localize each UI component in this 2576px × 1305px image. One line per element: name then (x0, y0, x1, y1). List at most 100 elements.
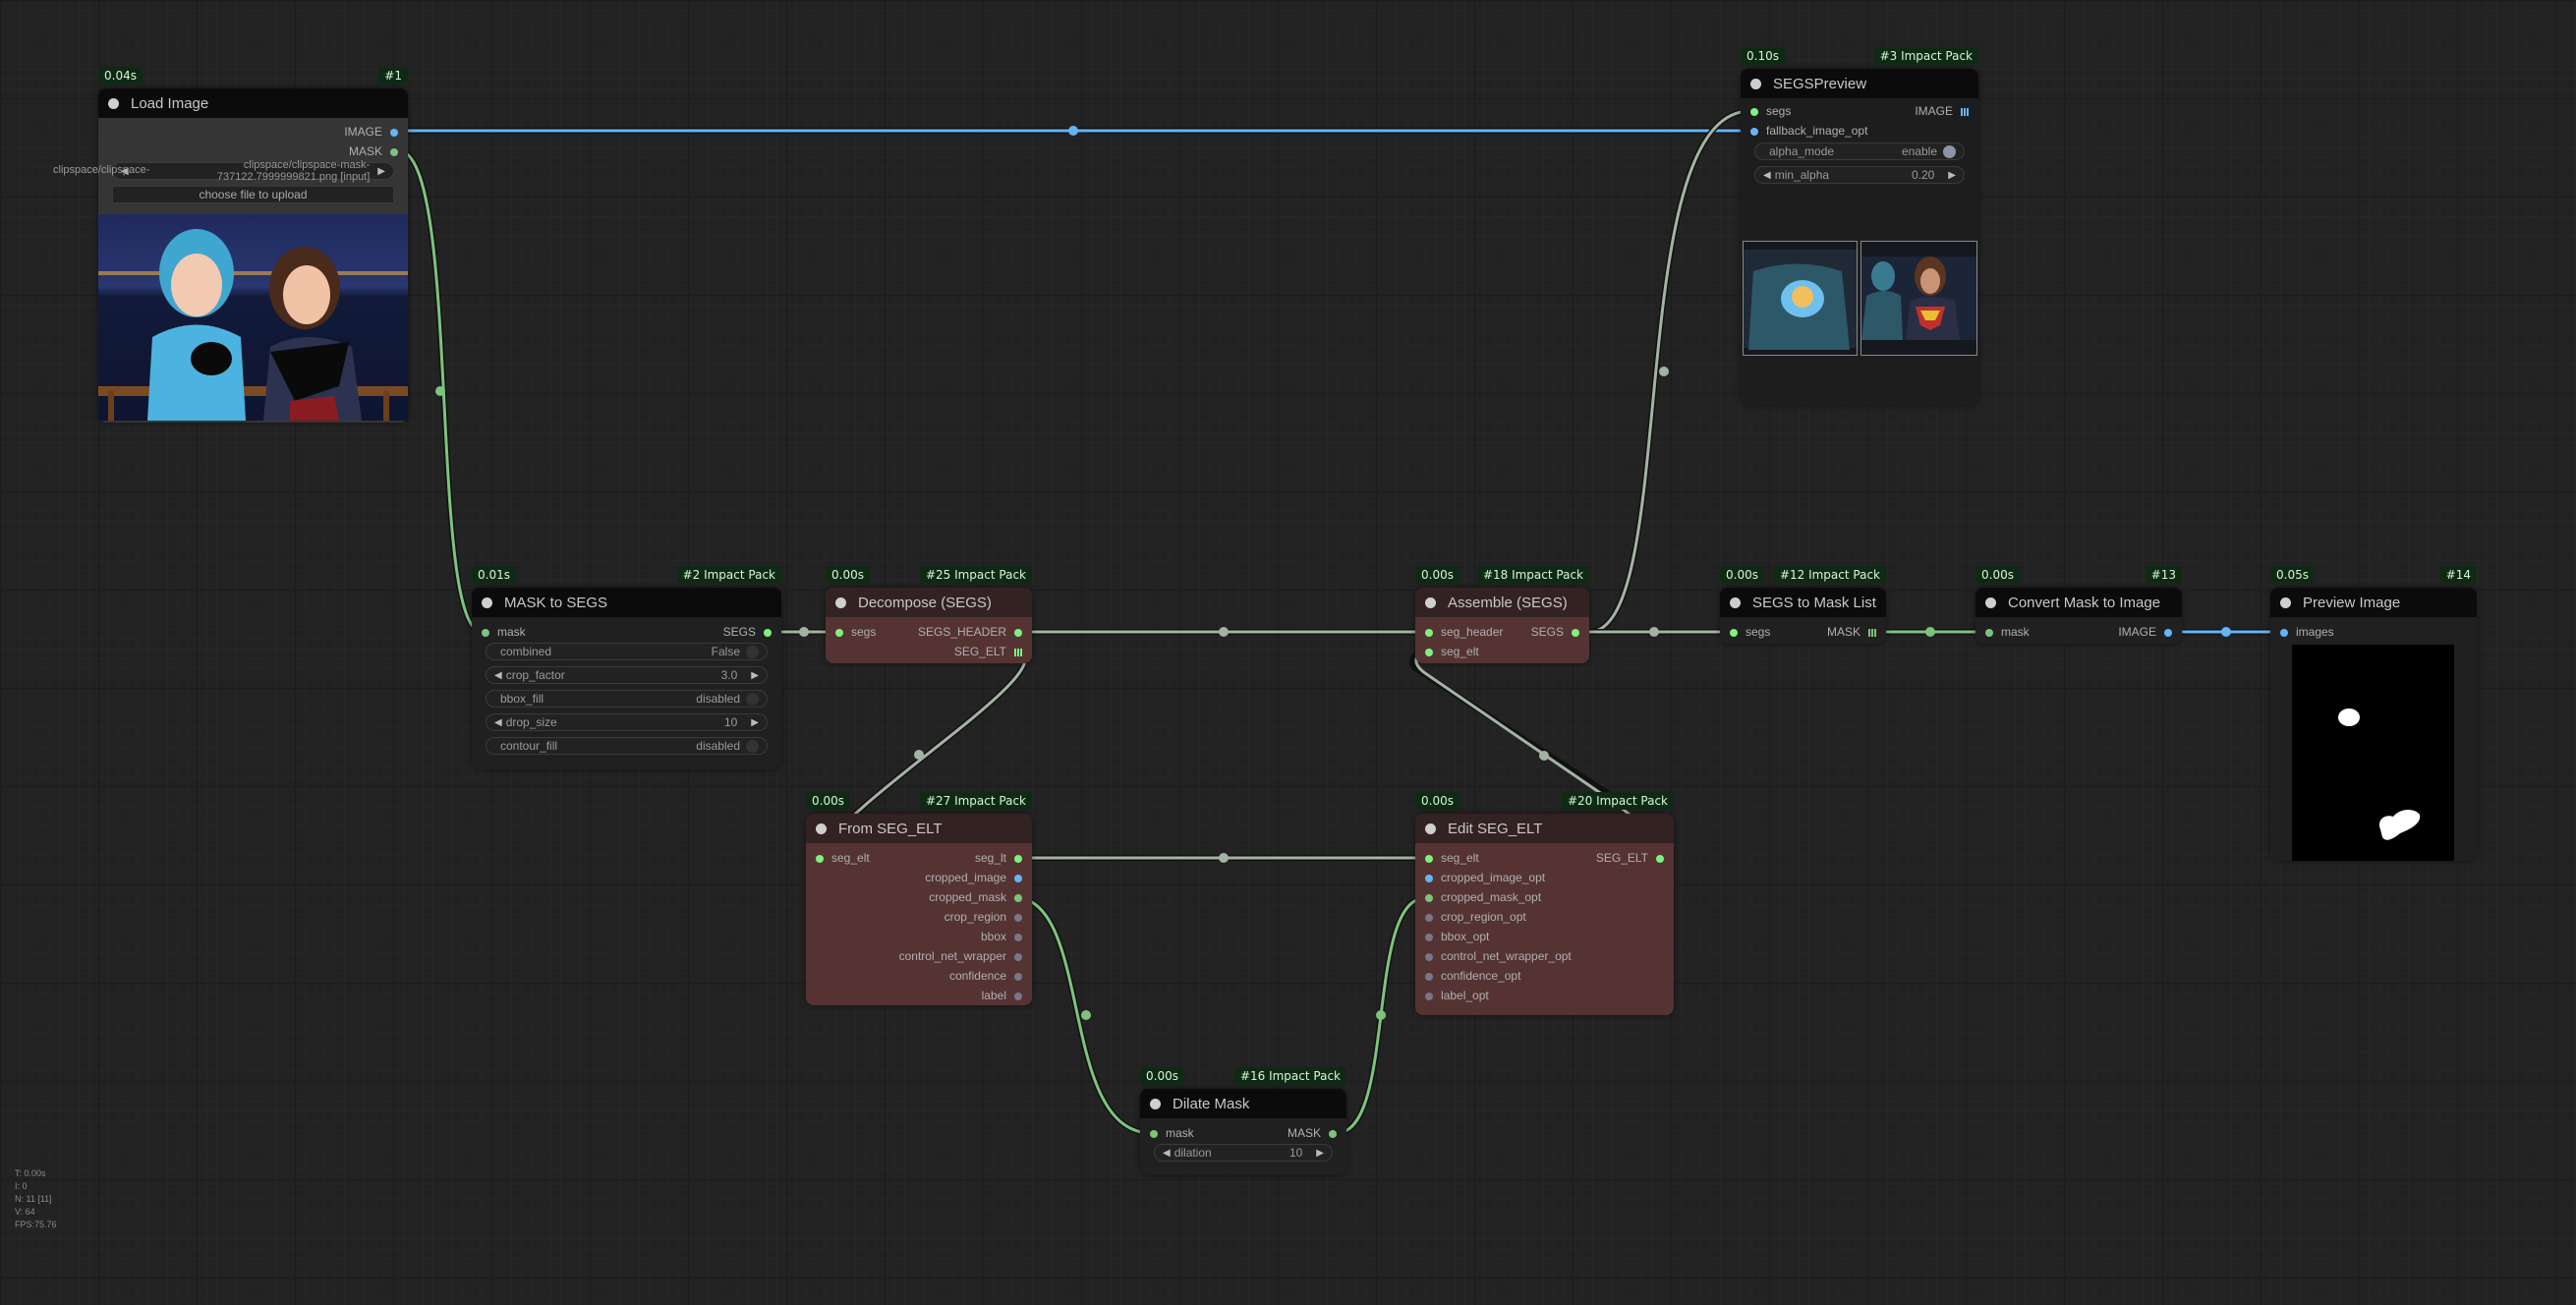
collapse-dot-icon[interactable] (1150, 1098, 1161, 1109)
input-dot-icon[interactable] (1985, 628, 1993, 637)
node-assemble-segs[interactable]: 0.00s #18 Impact Pack Assemble (SEGS) se… (1415, 566, 1589, 663)
input-dot-icon[interactable] (1425, 874, 1433, 882)
link-midpoint[interactable] (1539, 751, 1549, 761)
input-dot-icon[interactable] (1425, 648, 1433, 656)
link-midpoint[interactable] (799, 627, 809, 637)
node-segs-preview[interactable]: 0.10s #3 Impact Pack SEGSPreview segs fa… (1741, 47, 1978, 405)
output-dot-icon[interactable] (1014, 628, 1022, 637)
arrow-right-icon[interactable]: ▶ (1948, 170, 1956, 181)
output-dot-icon[interactable] (1014, 933, 1022, 941)
output-segs[interactable]: SEGS (723, 622, 772, 642)
input-mask[interactable]: mask (1985, 622, 2030, 642)
input-segs[interactable]: segs (835, 622, 876, 642)
output-dot-icon[interactable] (1329, 1129, 1337, 1138)
output-control-net-wrapper[interactable]: control_net_wrapper (899, 946, 1022, 966)
collapse-dot-icon[interactable] (816, 823, 827, 834)
node-preview-image[interactable]: 0.05s #14 Preview Image images (2270, 566, 2477, 861)
widget-bbox-fill[interactable]: bbox_fill disabled (486, 690, 768, 708)
input-segs[interactable]: segs (1750, 101, 1791, 121)
output-confidence[interactable]: confidence (949, 966, 1022, 986)
input-cropped-image-opt[interactable]: cropped_image_opt (1425, 868, 1545, 887)
node-title-bar[interactable]: Decompose (SEGS) (826, 588, 1032, 617)
input-confidence-opt[interactable]: confidence_opt (1425, 966, 1520, 986)
widget-min-alpha[interactable]: ◀ min_alpha 0.20 ▶ (1754, 166, 1965, 184)
input-segs[interactable]: segs (1730, 622, 1770, 642)
output-dot-icon[interactable] (764, 628, 772, 637)
output-dot-icon[interactable] (1014, 972, 1022, 981)
input-dot-icon[interactable] (1425, 628, 1433, 637)
output-segs[interactable]: SEGS (1531, 622, 1579, 642)
output-image[interactable]: IMAGE (344, 122, 398, 142)
output-image[interactable]: IMAGE (2118, 622, 2172, 642)
output-dot-icon[interactable] (1014, 854, 1022, 863)
node-title-bar[interactable]: Preview Image (2270, 588, 2477, 617)
link-midpoint[interactable] (1219, 853, 1229, 863)
widget-dilation[interactable]: ◀ dilation 10 ▶ (1154, 1144, 1333, 1162)
output-mask[interactable]: MASK (1827, 622, 1876, 642)
node-title-bar[interactable]: MASK to SEGS (472, 588, 781, 617)
input-dot-icon[interactable] (1425, 913, 1433, 922)
output-label[interactable]: label (982, 986, 1022, 1005)
input-dot-icon[interactable] (1730, 628, 1738, 637)
output-dot-icon[interactable] (1572, 628, 1579, 637)
arrow-left-icon[interactable]: ◀ (1763, 170, 1771, 181)
link-midpoint[interactable] (1068, 126, 1078, 136)
node-from-seg-elt[interactable]: 0.00s #27 Impact Pack From SEG_ELT seg_e… (806, 792, 1032, 1005)
input-label-opt[interactable]: label_opt (1425, 986, 1489, 1005)
node-title-bar[interactable]: From SEG_ELT (806, 814, 1032, 843)
input-dot-icon[interactable] (1750, 127, 1758, 136)
input-seg-elt[interactable]: seg_elt (1425, 848, 1479, 868)
toggle-off-icon[interactable] (746, 692, 759, 706)
list-output-icon[interactable] (1868, 628, 1876, 637)
node-title-bar[interactable]: Dilate Mask (1140, 1089, 1346, 1118)
widget-combined[interactable]: combined False (486, 643, 768, 660)
input-seg-header[interactable]: seg_header (1425, 622, 1503, 642)
output-dot-icon[interactable] (1014, 893, 1022, 902)
output-dot-icon[interactable] (1656, 854, 1664, 863)
link-midpoint[interactable] (1219, 627, 1229, 637)
image-select-widget[interactable]: ◀ clipspace/clipspace-mask-737122.799999… (112, 159, 394, 183)
toggle-on-icon[interactable] (1943, 144, 1956, 158)
node-mask-to-segs[interactable]: 0.01s #2 Impact Pack MASK to SEGS mask S… (472, 566, 781, 769)
widget-crop-factor[interactable]: ◀ crop_factor 3.0 ▶ (486, 666, 768, 684)
arrow-left-icon[interactable]: ◀ (494, 717, 502, 728)
collapse-dot-icon[interactable] (1425, 823, 1436, 834)
input-dot-icon[interactable] (1425, 893, 1433, 902)
node-decompose-segs[interactable]: 0.00s #25 Impact Pack Decompose (SEGS) s… (826, 566, 1032, 663)
output-bbox[interactable]: bbox (981, 927, 1022, 946)
arrow-left-icon[interactable]: ◀ (1163, 1148, 1171, 1159)
link-midpoint[interactable] (1925, 627, 1935, 637)
output-mask[interactable]: MASK (1288, 1123, 1337, 1143)
output-seg-elt[interactable]: SEG_ELT (954, 642, 1022, 661)
node-title-bar[interactable]: Edit SEG_ELT (1415, 814, 1674, 843)
node-convert-mask-to-image[interactable]: 0.00s #13 Convert Mask to Image mask IMA… (1975, 566, 2182, 644)
segs-preview-thumb-1[interactable] (1743, 241, 1858, 356)
link-midpoint[interactable] (1659, 367, 1669, 376)
input-crop-region-opt[interactable]: crop_region_opt (1425, 907, 1526, 927)
list-output-icon[interactable] (1014, 648, 1022, 656)
output-dot-icon[interactable] (1014, 952, 1022, 961)
output-seg-lt[interactable]: seg_lt (975, 848, 1022, 868)
arrow-right-icon[interactable]: ▶ (377, 166, 385, 177)
input-dot-icon[interactable] (1425, 933, 1433, 941)
input-dot-icon[interactable] (1425, 854, 1433, 863)
node-dilate-mask[interactable]: 0.00s #16 Impact Pack Dilate Mask mask M… (1140, 1067, 1346, 1175)
node-title-bar[interactable]: SEGSPreview (1741, 69, 1978, 98)
segs-preview-thumb-2[interactable] (1860, 241, 1977, 356)
link-midpoint[interactable] (2221, 627, 2231, 637)
node-segs-to-mask-list[interactable]: 0.00s #12 Impact Pack SEGS to Mask List … (1720, 566, 1886, 644)
collapse-dot-icon[interactable] (1425, 596, 1436, 608)
widget-alpha-mode[interactable]: alpha_mode enable (1754, 142, 1965, 160)
output-cropped-image[interactable]: cropped_image (925, 868, 1022, 887)
link-midpoint[interactable] (914, 750, 924, 760)
input-cropped-mask-opt[interactable]: cropped_mask_opt (1425, 887, 1541, 907)
input-fallback-image-opt[interactable]: fallback_image_opt (1750, 121, 1867, 141)
input-dot-icon[interactable] (1425, 992, 1433, 1000)
arrow-right-icon[interactable]: ▶ (751, 717, 759, 728)
output-crop-region[interactable]: crop_region (945, 907, 1022, 927)
node-title-bar[interactable]: Convert Mask to Image (1975, 588, 2182, 617)
list-output-icon[interactable] (1961, 107, 1969, 116)
input-dot-icon[interactable] (1425, 972, 1433, 981)
input-dot-icon[interactable] (482, 628, 489, 637)
collapse-dot-icon[interactable] (1985, 596, 1996, 608)
